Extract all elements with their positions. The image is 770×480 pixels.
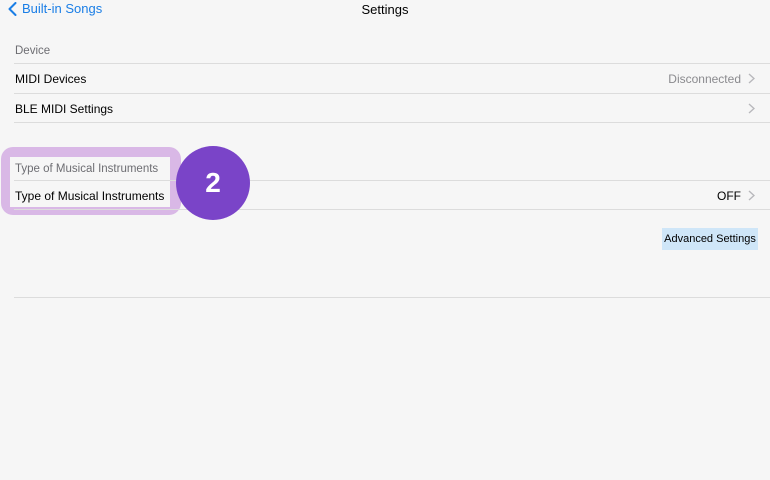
divider: [14, 122, 770, 123]
step-number-badge: 2: [176, 146, 250, 220]
chevron-right-icon: [748, 103, 758, 114]
midi-devices-status: Disconnected: [668, 71, 741, 86]
musical-instruments-label: Type of Musical Instruments: [15, 188, 165, 203]
page-title: Settings: [361, 2, 409, 17]
navigation-bar: Built-in Songs Settings: [0, 0, 770, 22]
chevron-right-icon: [748, 190, 758, 201]
musical-instruments-status: OFF: [717, 188, 741, 203]
divider: [14, 209, 770, 210]
chevron-right-icon: [748, 73, 758, 84]
section-header-device: Device: [15, 45, 51, 57]
section-header-instruments: Type of Musical Instruments: [15, 163, 159, 175]
musical-instruments-row[interactable]: Type of Musical Instruments OFF: [14, 180, 770, 210]
advanced-settings-button[interactable]: Advanced Settings: [662, 228, 758, 250]
ble-midi-settings-label: BLE MIDI Settings: [15, 101, 114, 116]
midi-devices-row[interactable]: MIDI Devices Disconnected: [14, 63, 770, 93]
divider: [14, 297, 770, 298]
ble-midi-settings-row[interactable]: BLE MIDI Settings: [14, 93, 770, 123]
midi-devices-label: MIDI Devices: [15, 71, 87, 86]
